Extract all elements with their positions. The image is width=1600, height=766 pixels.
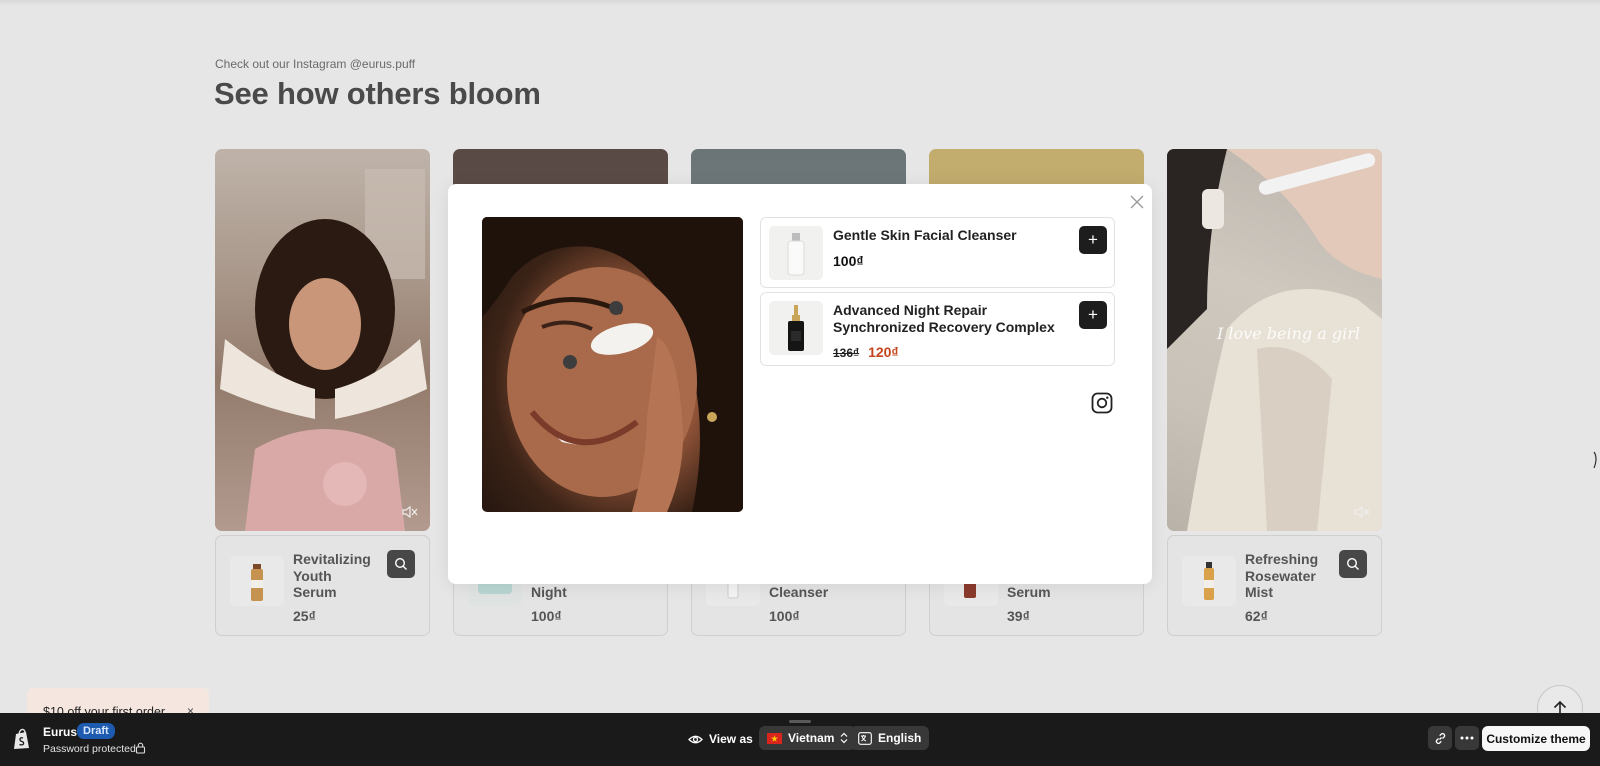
product-hotspot-2[interactable] — [563, 355, 577, 369]
video-media[interactable] — [215, 149, 430, 531]
instagram-icon[interactable] — [1091, 392, 1113, 414]
more-options-button[interactable] — [1455, 726, 1479, 750]
modal-product-card-2[interactable]: Advanced Night Repair Synchronized Recov… — [760, 292, 1115, 366]
search-icon — [394, 557, 407, 570]
top-edge — [0, 0, 1600, 6]
instagram-kicker: Check out our Instagram @eurus.puff — [215, 57, 416, 71]
product-name[interactable]: Serum — [1007, 584, 1097, 601]
product-name[interactable]: Cleanser — [769, 584, 859, 601]
video-card-5[interactable]: I love being a girl Refreshing Rosewater M… — [1167, 149, 1382, 636]
add-to-cart-button[interactable]: + — [1079, 226, 1107, 254]
product-name[interactable]: Refreshing Rosewater Mist — [1245, 551, 1335, 601]
video-overlay-caption: I love being a girl — [1217, 324, 1360, 343]
product-title[interactable]: Gentle Skin Facial Cleanser — [833, 227, 1063, 244]
modal-product-card-1[interactable]: Gentle Skin Facial Cleanser 100₫ + — [760, 217, 1115, 288]
sale-price: 120₫ — [868, 344, 899, 360]
video-frame-illustration — [220, 169, 427, 531]
quick-view-button[interactable] — [387, 550, 415, 578]
shopify-logo-icon — [14, 728, 29, 749]
product-name[interactable]: Revitalizing Youth Serum — [293, 551, 383, 601]
chevron-up-down-icon — [841, 732, 848, 744]
product-thumbnail — [769, 301, 823, 355]
share-link-button[interactable] — [1428, 726, 1452, 750]
video-media[interactable]: I love being a girl — [1167, 149, 1382, 531]
vietnam-flag-icon — [767, 732, 782, 744]
product-info[interactable]: Refreshing Rosewater Mist 62₫ — [1167, 535, 1382, 636]
close-icon — [1130, 195, 1144, 209]
search-icon — [1346, 557, 1359, 570]
product-hotspot-1[interactable] — [609, 301, 623, 315]
product-thumbnail — [769, 226, 823, 280]
product-price: 136₫ 120₫ — [833, 344, 899, 360]
section-heading: See how others bloom — [214, 76, 541, 111]
product-price: 100₫ — [833, 253, 864, 269]
compare-at-price: 136₫ — [833, 346, 860, 360]
shoppable-post-modal: Gentle Skin Facial Cleanser 100₫ + Advan… — [448, 184, 1152, 584]
quick-view-button[interactable] — [1339, 550, 1367, 578]
store-name: Eurus — [43, 725, 78, 739]
product-thumbnail — [230, 556, 284, 606]
product-price: 62₫ — [1245, 608, 1268, 624]
close-modal-button[interactable] — [1127, 192, 1147, 212]
product-title[interactable]: Advanced Night Repair Synchronized Recov… — [833, 302, 1063, 335]
drag-handle[interactable] — [789, 720, 811, 723]
eye-icon — [688, 735, 703, 743]
mute-icon[interactable] — [402, 505, 418, 519]
link-icon — [1435, 732, 1445, 744]
add-to-cart-button[interactable]: + — [1079, 301, 1107, 329]
customize-theme-button[interactable]: Customize theme — [1482, 726, 1590, 751]
mute-icon[interactable] — [1354, 505, 1370, 519]
language-selector[interactable]: English — [850, 726, 930, 750]
shopify-preview-bar: Eurus Draft Password protected View as V… — [0, 713, 1600, 766]
promo-banner[interactable]: $10 off your first order × — [27, 688, 209, 714]
language-label: English — [878, 731, 922, 745]
view-as-label: View as — [688, 726, 753, 752]
hand-cursor-icon — [1593, 451, 1597, 469]
ellipsis-icon — [1460, 736, 1474, 740]
product-name[interactable]: Night — [531, 584, 621, 601]
product-info[interactable]: Revitalizing Youth Serum 25₫ — [215, 535, 430, 636]
product-price: 100₫ — [769, 608, 800, 624]
lock-icon — [135, 742, 146, 754]
draft-badge: Draft — [77, 723, 115, 739]
country-label: Vietnam — [788, 731, 835, 745]
translate-icon — [858, 731, 872, 745]
country-selector[interactable]: Vietnam — [759, 726, 857, 750]
video-card-1[interactable]: Revitalizing Youth Serum 25₫ — [215, 149, 430, 636]
post-photo-illustration — [482, 217, 743, 512]
product-price: 100₫ — [531, 608, 562, 624]
post-image — [482, 217, 743, 512]
product-price: 25₫ — [293, 608, 316, 624]
product-price: 39₫ — [1007, 608, 1030, 624]
password-status: Password protected — [43, 743, 136, 755]
product-thumbnail — [1182, 556, 1236, 606]
